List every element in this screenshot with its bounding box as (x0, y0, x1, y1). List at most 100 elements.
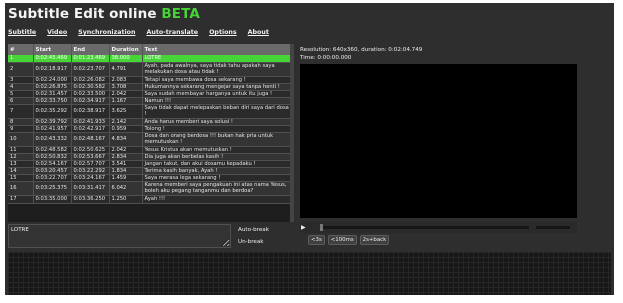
cell-duration: 3.625 (109, 104, 143, 119)
cell-text: Dia juga akan berbelas kasih ! (142, 153, 293, 161)
column-header-start[interactable]: Start (33, 44, 72, 55)
app-title-text: Subtitle Edit online (8, 6, 157, 22)
main-menu: Subtitle Video Synchronization Auto-tran… (8, 29, 269, 36)
video-progress-bar[interactable] (322, 226, 529, 229)
cell-duration: 1.834 (109, 167, 143, 175)
video-time-info: Time: 0:00:00.000 (300, 55, 352, 61)
menu-subtitle[interactable]: Subtitle (8, 29, 36, 36)
cell-number: 14 (8, 167, 34, 175)
cell-text: Ayah, pada awalnya, saya tidak tahu apak… (142, 62, 293, 77)
cell-start: 0:03:22.707 (33, 174, 72, 182)
cell-text: Namun !!! (142, 97, 293, 105)
cell-end: 0:03:24.167 (71, 174, 110, 182)
cell-number: 16 (8, 181, 34, 196)
subtitle-row[interactable]: 12 0:02:50.832 0:02:53.667 2.834 Dia juga ak… (8, 153, 293, 161)
cell-number: 12 (8, 153, 34, 161)
cell-text: Saya sudah membayar harganya untuk itu j… (142, 90, 293, 98)
cell-number: 2 (8, 62, 34, 77)
menu-options[interactable]: Options (209, 29, 237, 36)
cell-start: 0:02:24.000 (33, 76, 72, 84)
subtitle-row[interactable]: 10 0:02:43.332 0:02:48.167 4.834 Dosa dan or… (8, 132, 293, 147)
cell-end: 0:02:33.500 (71, 90, 110, 98)
cell-end: 0:03:22.292 (71, 167, 110, 175)
subtitle-row[interactable]: 17 0:03:35.000 0:03:36.250 1.250 Ayah !!! (8, 195, 293, 204)
cell-duration: 0.959 (109, 125, 143, 133)
menu-about[interactable]: About (248, 29, 269, 36)
seek-back-100ms-button[interactable]: <100ms (327, 235, 357, 245)
cell-end: 0:02:23.707 (71, 62, 110, 77)
cell-start: 0:02:54.167 (33, 160, 72, 168)
menu-synchronization[interactable]: Synchronization (78, 29, 135, 36)
cell-end: 0:03:36.250 (71, 195, 110, 204)
subtitle-row[interactable]: 3 0:02:24.000 0:02:26.082 2.083 Tetapi saya … (8, 76, 293, 84)
menu-auto-translate[interactable]: Auto-translate (146, 29, 198, 36)
volume-slider[interactable] (536, 226, 570, 229)
cell-text: Yesus Kristus akan memutuskan ! (142, 146, 293, 154)
subtitle-grid[interactable]: # Start End Duration Text 1 0:02:45.469 0:… (8, 44, 293, 222)
subtitle-row[interactable]: 6 0:02:33.750 0:02:34.917 1.167 Namun !!! (8, 97, 293, 105)
cell-text: LOTRE (142, 55, 293, 63)
progress-handle[interactable] (320, 224, 323, 231)
seek-2s-back-button[interactable]: 2s+back (359, 235, 390, 245)
seek-back-3s-button[interactable]: <3s (308, 235, 325, 245)
cell-end: 0:02:26.082 (71, 76, 110, 84)
subtitle-row[interactable]: 11 0:02:48.582 0:02:50.625 2.042 Yesus Krist… (8, 146, 293, 154)
column-header-end[interactable]: End (71, 44, 110, 55)
cell-start: 0:02:43.332 (33, 132, 72, 147)
subtitle-row[interactable]: 15 0:03:22.707 0:03:24.167 1.459 Saya merasa… (8, 174, 293, 182)
cell-start: 0:03:35.000 (33, 195, 72, 204)
column-header-duration[interactable]: Duration (109, 44, 143, 55)
subtitle-row[interactable]: 9 0:02:41.957 0:02:42.917 0.959 Tolong ! (8, 125, 293, 133)
subtitle-row[interactable]: 14 0:03:20.457 0:03:22.292 1.834 Terima kasi… (8, 167, 293, 175)
cell-end: 0:02:34.917 (71, 97, 110, 105)
subtitle-text-editor[interactable] (8, 224, 231, 248)
subtitle-row[interactable]: 4 0:02:26.875 0:02:30.582 3.708 Hukumannya s… (8, 83, 293, 91)
cell-duration: 1.459 (109, 174, 143, 182)
cell-start: 0:02:33.750 (33, 97, 72, 105)
cell-number: 13 (8, 160, 34, 168)
subtitle-row[interactable]: 16 0:03:25.375 0:03:31.417 6.042 Karena memb… (8, 181, 293, 196)
subtitle-row[interactable]: 1 0:02:45.469 0:01:23.469 38.000 LOTRE (8, 55, 293, 63)
video-player[interactable] (300, 64, 577, 218)
cell-duration: 38.000 (109, 55, 143, 63)
cell-number: 1 (8, 55, 34, 63)
cell-duration: 6.042 (109, 181, 143, 196)
player-controls: ▶ (300, 222, 577, 233)
cell-number: 9 (8, 125, 34, 133)
beta-badge: BETA (161, 6, 200, 22)
cell-end: 0:02:38.917 (71, 104, 110, 119)
cell-start: 0:02:45.469 (33, 55, 72, 63)
app-window: Subtitle Edit online BETA Subtitle Video… (5, 3, 614, 295)
un-break-button[interactable]: Un-break (238, 239, 264, 245)
cell-end: 0:02:30.582 (71, 83, 110, 91)
app-title: Subtitle Edit online BETA (8, 6, 200, 22)
subtitle-row[interactable]: 7 0:02:35.292 0:02:38.917 3.625 Saya tidak d… (8, 104, 293, 119)
cell-start: 0:03:25.375 (33, 181, 72, 196)
subtitle-row[interactable]: 8 0:02:39.792 0:02:41.933 2.142 Anda harus m… (8, 118, 293, 126)
cell-start: 0:02:50.832 (33, 153, 72, 161)
cell-start: 0:03:20.457 (33, 167, 72, 175)
subtitle-row[interactable]: 5 0:02:31.457 0:02:33.500 2.042 Saya sudah m… (8, 90, 293, 98)
play-icon[interactable]: ▶ (301, 224, 306, 231)
cell-number: 17 (8, 195, 34, 204)
cell-text: Hukumannya sekarang mengejar saya tanpa … (142, 83, 293, 91)
cell-text: Saya merasa lega sekarang ! (142, 174, 293, 182)
column-header-number[interactable]: # (8, 44, 34, 55)
cell-text: Saya tidak dapat melepaskan beban diri s… (142, 104, 293, 119)
cell-duration: 2.142 (109, 118, 143, 126)
cell-start: 0:02:48.582 (33, 146, 72, 154)
cell-text: Karena memberi saya pengakuan ini atas n… (142, 181, 293, 196)
cell-end: 0:02:48.167 (71, 132, 110, 147)
menu-video[interactable]: Video (47, 29, 67, 36)
cell-text: Ayah !!! (142, 195, 293, 204)
cell-number: 11 (8, 146, 34, 154)
audio-waveform[interactable] (8, 252, 611, 295)
auto-break-button[interactable]: Auto-break (238, 227, 269, 233)
subtitle-row[interactable]: 13 0:02:54.167 0:02:57.707 3.541 Jangan taku… (8, 160, 293, 168)
cell-duration: 3.541 (109, 160, 143, 168)
cell-start: 0:02:39.792 (33, 118, 72, 126)
column-header-text[interactable]: Text (142, 44, 293, 55)
grid-scrollbar[interactable] (290, 44, 294, 222)
subtitle-row[interactable]: 2 0:02:18.917 0:02:23.707 4.791 Ayah, pada a… (8, 62, 293, 77)
cell-number: 8 (8, 118, 34, 126)
